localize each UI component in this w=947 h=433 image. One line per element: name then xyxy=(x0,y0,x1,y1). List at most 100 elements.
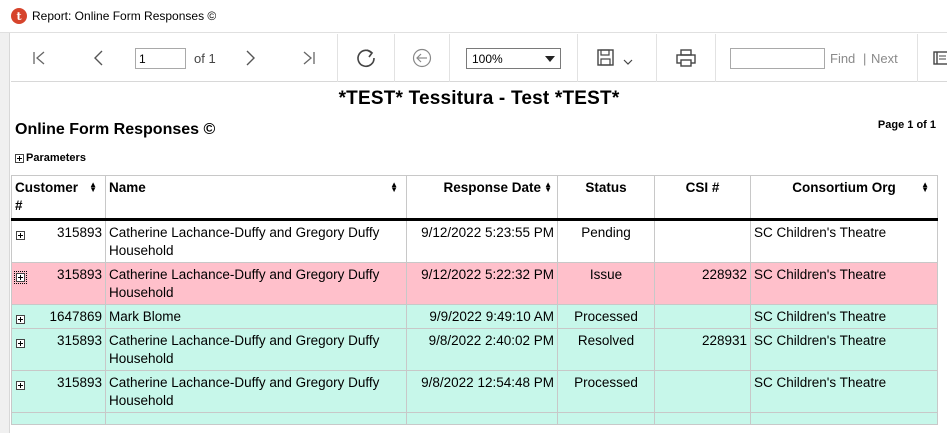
name-line: Household xyxy=(109,243,174,258)
response-date-cell: 9/8/2022 2:40:02 PM xyxy=(406,328,558,371)
customer-cell: 315893 xyxy=(11,328,106,371)
toolbar-separator xyxy=(917,34,918,82)
report-subtitle: Online Form Responses © xyxy=(15,121,216,138)
toolbar-separator xyxy=(577,34,578,82)
csi-cell: 228932 xyxy=(654,262,751,305)
status-cell: Resolved xyxy=(557,328,655,371)
panel-icon[interactable] xyxy=(932,48,947,68)
refresh-icon[interactable] xyxy=(354,46,378,70)
toolbar-separator xyxy=(715,34,716,82)
name-line: Catherine Lachance-Duffy and Gregory Duf… xyxy=(109,225,380,240)
column-header-csi: CSI # xyxy=(654,175,751,221)
customer-cell: 315893 xyxy=(11,262,106,305)
expand-row-icon[interactable] xyxy=(16,315,25,324)
tessitura-logo-icon: t xyxy=(11,8,27,24)
csi-cell: 228931 xyxy=(654,328,751,371)
customer-number: 315893 xyxy=(56,375,102,390)
column-label: # xyxy=(15,198,23,213)
table-row: 315893 Catherine Lachance-Duffy and Greg… xyxy=(11,370,938,413)
expand-row-icon[interactable] xyxy=(16,231,25,240)
chevron-down-icon xyxy=(545,56,555,62)
responses-table: Customer # ▲ ▼ Name ▲ ▼ Response Date ▲ ▼ S… xyxy=(11,175,938,425)
status-cell: Processed xyxy=(557,370,655,413)
expand-row-icon[interactable] xyxy=(14,271,27,284)
name-cell: Mark Blome xyxy=(105,304,407,329)
page-count-label: of 1 xyxy=(194,51,216,66)
sort-icon[interactable]: ▲ ▼ xyxy=(921,181,929,194)
window-left-frame xyxy=(0,33,10,433)
column-label: Consortium Org xyxy=(792,180,896,195)
expand-row-icon[interactable] xyxy=(16,381,25,390)
next-page-icon[interactable] xyxy=(240,48,260,68)
consortium-org-cell: SC Children's Theatre xyxy=(750,304,938,329)
zoom-select[interactable]: 100% xyxy=(466,48,561,69)
find-input[interactable] xyxy=(730,48,825,69)
name-line: Catherine Lachance-Duffy and Gregory Duf… xyxy=(109,267,380,282)
sort-icon[interactable]: ▲ ▼ xyxy=(89,181,97,194)
empty-cell xyxy=(406,412,558,425)
report-toolbar: of 1 100% Find | Next xyxy=(11,34,947,82)
consortium-org-cell: SC Children's Theatre xyxy=(750,370,938,413)
customer-cell: 1647869 xyxy=(11,304,106,329)
response-date-cell: 9/8/2022 12:54:48 PM xyxy=(406,370,558,413)
table-row: 315893 Catherine Lachance-Duffy and Greg… xyxy=(11,328,938,371)
status-cell: Pending xyxy=(557,219,655,263)
name-line: Catherine Lachance-Duffy and Gregory Duf… xyxy=(109,333,380,348)
toolbar-separator xyxy=(337,34,338,82)
expand-icon xyxy=(15,153,24,163)
column-header-consortium-org[interactable]: Consortium Org ▲ ▼ xyxy=(750,175,938,221)
name-cell: Catherine Lachance-Duffy and Gregory Duf… xyxy=(105,262,407,305)
name-cell: Catherine Lachance-Duffy and Gregory Duf… xyxy=(105,328,407,371)
table-header-row: Customer # ▲ ▼ Name ▲ ▼ Response Date ▲ ▼ S… xyxy=(11,175,938,221)
column-header-name[interactable]: Name ▲ ▼ xyxy=(105,175,407,221)
zoom-value: 100% xyxy=(472,52,503,66)
table-row: 315893 Catherine Lachance-Duffy and Greg… xyxy=(11,262,938,305)
empty-cell xyxy=(750,412,938,425)
name-line: Catherine Lachance-Duffy and Gregory Duf… xyxy=(109,375,380,390)
column-label: Status xyxy=(585,180,627,195)
parameters-label: Parameters xyxy=(26,152,86,164)
sort-icon[interactable]: ▲ ▼ xyxy=(544,181,552,194)
customer-cell: 315893 xyxy=(11,370,106,413)
name-cell: Catherine Lachance-Duffy and Gregory Duf… xyxy=(105,219,407,263)
print-icon[interactable] xyxy=(674,47,698,69)
back-icon[interactable] xyxy=(411,47,433,69)
response-date-cell: 9/12/2022 5:23:55 PM xyxy=(406,219,558,263)
consortium-org-cell: SC Children's Theatre xyxy=(750,262,938,305)
parameters-toggle[interactable]: Parameters xyxy=(15,152,86,164)
first-page-icon[interactable] xyxy=(29,48,49,68)
toolbar-separator xyxy=(394,34,395,82)
table-row: 1647869 Mark Blome 9/9/2022 9:49:10 AM P… xyxy=(11,304,938,329)
column-label: CSI # xyxy=(685,180,720,195)
report-viewer: *TEST* Tessitura - Test *TEST* Online Fo… xyxy=(11,83,947,433)
empty-cell xyxy=(557,412,655,425)
empty-cell xyxy=(654,412,751,425)
last-page-icon[interactable] xyxy=(299,48,319,68)
sort-icon[interactable]: ▲ ▼ xyxy=(390,181,398,194)
status-cell: Issue xyxy=(557,262,655,305)
save-export-button[interactable] xyxy=(596,48,636,70)
window-titlebar: t Report: Online Form Responses © xyxy=(0,0,947,33)
column-header-response-date[interactable]: Response Date ▲ ▼ xyxy=(406,175,558,221)
table-row xyxy=(11,412,938,425)
prev-page-icon[interactable] xyxy=(89,48,109,68)
empty-cell xyxy=(11,412,106,425)
response-date-cell: 9/12/2022 5:22:32 PM xyxy=(406,262,558,305)
consortium-org-cell: SC Children's Theatre xyxy=(750,219,938,263)
name-cell: Catherine Lachance-Duffy and Gregory Duf… xyxy=(105,370,407,413)
name-line: Household xyxy=(109,285,174,300)
customer-number: 315893 xyxy=(56,333,102,348)
customer-number: 1647869 xyxy=(49,309,102,324)
toolbar-separator xyxy=(656,34,657,82)
report-heading: *TEST* Tessitura - Test *TEST* xyxy=(338,88,620,109)
customer-number: 315893 xyxy=(56,267,102,282)
column-label: Name xyxy=(109,180,146,195)
toolbar-separator xyxy=(449,34,450,82)
column-header-status: Status xyxy=(557,175,655,221)
column-header-customer[interactable]: Customer # ▲ ▼ xyxy=(11,175,106,221)
find-link[interactable]: Find xyxy=(830,51,855,66)
page-number-input[interactable] xyxy=(135,48,186,69)
name-line: Household xyxy=(109,351,174,366)
expand-row-icon[interactable] xyxy=(16,339,25,348)
find-next-link[interactable]: Next xyxy=(871,51,898,66)
